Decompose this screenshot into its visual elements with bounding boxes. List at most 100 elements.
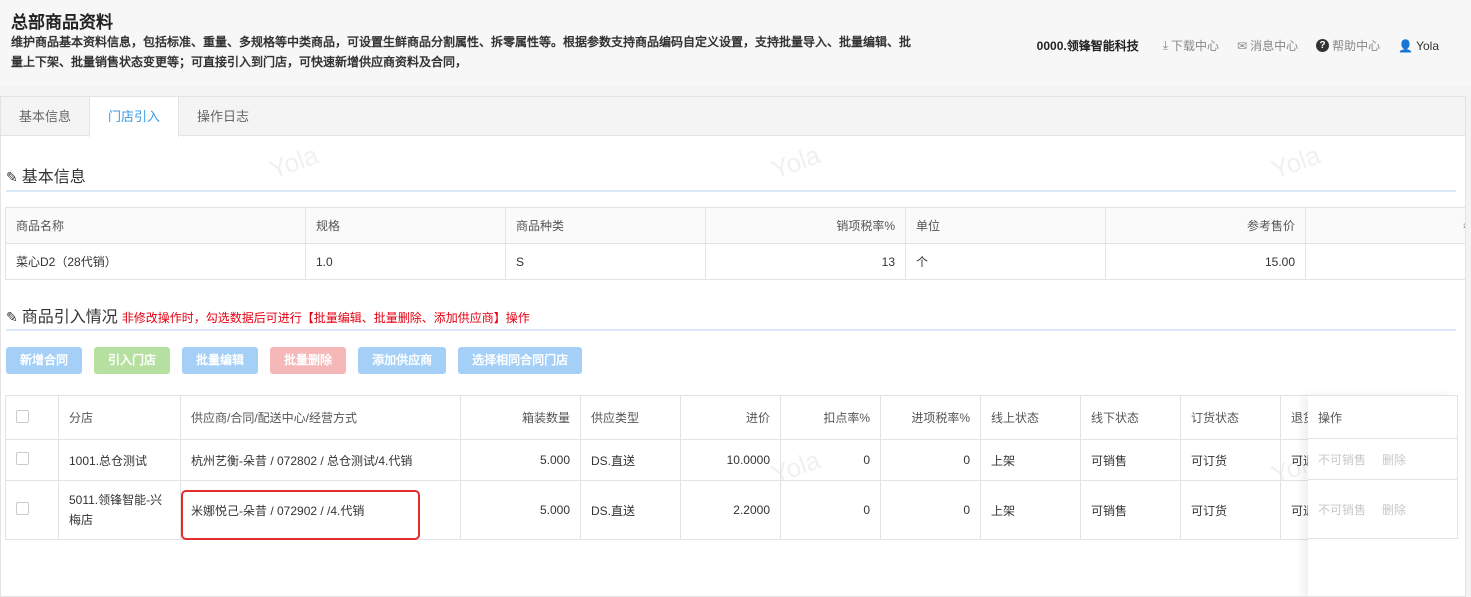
edit-icon: ✎ — [6, 169, 18, 185]
cell: 1.0 — [305, 243, 506, 280]
col-header: 单位 — [905, 207, 1106, 244]
batch-edit-button[interactable]: 批量编辑 — [182, 347, 259, 374]
cell: 可订货 — [1180, 480, 1281, 540]
top-bar: 0000.领锋智能科技 ⤓ 下载中心 ✉ 消息中心 ? 帮助中心 👤 Yola — [1037, 37, 1439, 54]
cell: 菜心D2（28代销） — [5, 243, 306, 280]
batch-delete-button[interactable]: 批量删除 — [270, 347, 347, 374]
basic-info-table: 商品名称 规格 商品种类 销项税率% 单位 参考售价 参 菜心D2（28代销） … — [5, 207, 1465, 280]
row-actions: 不可销售 删除 — [1308, 439, 1458, 480]
col-header: 供应类型 — [580, 395, 681, 440]
operations-column: 操作 不可销售 删除 不可销售 删除 — [1308, 395, 1458, 596]
col-header: 参考售价 — [1105, 207, 1306, 244]
cell: 5011.领锋智能-兴梅店 — [58, 480, 181, 540]
import-title: 商品引入情况 — [21, 309, 118, 326]
col-header: 操作 — [1308, 395, 1458, 439]
col-header: 线上状态 — [980, 395, 1081, 440]
col-header: 分店 — [58, 395, 181, 440]
import-store-button[interactable]: 引入门店 — [94, 347, 171, 374]
cell: 13 — [705, 243, 906, 280]
cell: 5.000 — [460, 480, 581, 540]
message-center-link[interactable]: ✉ 消息中心 — [1237, 37, 1298, 54]
page-header: 总部商品资料 维护商品基本资料信息，包括标准、重量、多规格等中类商品，可设置生鲜… — [0, 0, 1471, 86]
delete-link[interactable]: 删除 — [1382, 451, 1406, 468]
col-header: 商品名称 — [5, 207, 306, 244]
col-header: 线下状态 — [1080, 395, 1181, 440]
row-checkbox[interactable] — [16, 452, 29, 465]
add-supplier-button[interactable]: 添加供应商 — [358, 347, 447, 374]
col-header: 商品种类 — [505, 207, 706, 244]
col-header: 规格 — [305, 207, 506, 244]
action-buttons: 新增合同 引入门店 批量编辑 批量删除 添加供应商 选择相同合同门店 — [6, 347, 583, 374]
select-same-contract-stores-button[interactable]: 选择相同合同门店 — [458, 347, 583, 374]
col-header: 销项税率% — [705, 207, 906, 244]
row-checkbox[interactable] — [16, 502, 29, 515]
download-icon: ⤓ — [1162, 38, 1169, 52]
col-header: 进价 — [680, 395, 781, 440]
cell: 2.2000 — [680, 480, 781, 540]
tab-store-import[interactable]: 门店引入 — [89, 97, 180, 137]
cell: 可销售 — [1080, 439, 1181, 481]
mail-icon: ✉ — [1237, 38, 1248, 53]
col-header: 参 — [1305, 207, 1465, 244]
messages-label: 消息中心 — [1250, 39, 1299, 53]
cell: 杭州艺衡-朵昔 / 072802 / 总仓测试/4.代销 — [180, 439, 461, 481]
watermark: Yola — [1267, 139, 1325, 185]
watermark: Yola — [767, 139, 825, 185]
cell: 15.00 — [1105, 243, 1306, 280]
cell: 5.000 — [460, 439, 581, 481]
row-actions: 不可销售 删除 — [1308, 480, 1458, 539]
basic-info-heading: ✎ 基本信息 — [6, 163, 86, 187]
cell: 0 — [780, 439, 881, 481]
tab-basic-info[interactable]: 基本信息 — [1, 97, 89, 135]
help-icon: ? — [1316, 39, 1330, 52]
disable-sale-link[interactable]: 不可销售 — [1318, 501, 1366, 518]
tab-operation-log[interactable]: 操作日志 — [179, 97, 267, 135]
highlight-box — [181, 490, 420, 540]
basic-info-title: 基本信息 — [21, 169, 86, 186]
col-header: 供应商/合同/配送中心/经营方式 — [180, 395, 461, 440]
table-row: 菜心D2（28代销） 1.0 S 13 个 15.00 1 — [5, 243, 1465, 280]
col-header: 进项税率% — [880, 395, 981, 440]
table-row: 1001.总仓测试 杭州艺衡-朵昔 / 072802 / 总仓测试/4.代销 5… — [5, 439, 1386, 481]
divider — [6, 190, 1456, 192]
cell: DS.直送 — [580, 439, 681, 481]
col-header: 订货状态 — [1180, 395, 1281, 440]
delete-link[interactable]: 删除 — [1382, 501, 1406, 518]
select-all-checkbox[interactable] — [16, 409, 29, 423]
col-header: 箱装数量 — [460, 395, 581, 440]
select-all-checkbox-cell — [5, 395, 59, 440]
import-note: 非修改操作时，勾选数据后可进行【批量编辑、批量删除、添加供应商】操作 — [121, 311, 530, 325]
import-heading: ✎ 商品引入情况 非修改操作时，勾选数据后可进行【批量编辑、批量删除、添加供应商】操… — [6, 303, 530, 327]
page-description: 维护商品基本资料信息，包括标准、重量、多规格等中类商品，可设置生鲜商品分割属性、… — [11, 35, 912, 69]
user-name: Yola — [1416, 38, 1439, 53]
main-panel: 基本信息 门店引入 操作日志 Yola Yola Yola Yola Yola … — [0, 96, 1466, 597]
cell: 10.0000 — [680, 439, 781, 481]
disable-sale-link[interactable]: 不可销售 — [1318, 451, 1366, 468]
cell: 可订货 — [1180, 439, 1281, 481]
watermark: Yola — [265, 139, 323, 185]
edit-icon: ✎ — [6, 309, 18, 325]
cell: 0 — [880, 439, 981, 481]
cell: 0 — [880, 480, 981, 540]
cell: DS.直送 — [580, 480, 681, 540]
col-header: 扣点率% — [780, 395, 881, 440]
page-title: 总部商品资料 — [11, 13, 113, 32]
tab-bar: 基本信息 门店引入 操作日志 — [1, 97, 1465, 137]
cell: 可销售 — [1080, 480, 1181, 540]
user-icon: 👤 — [1398, 38, 1414, 53]
download-label: 下载中心 — [1171, 39, 1220, 53]
cell: 上架 — [980, 480, 1081, 540]
cell: S — [505, 243, 706, 280]
cell: 个 — [905, 243, 1106, 280]
new-contract-button[interactable]: 新增合同 — [6, 347, 83, 374]
cell: 0 — [780, 480, 881, 540]
divider — [6, 329, 1456, 331]
user-menu[interactable]: 👤 Yola — [1398, 39, 1439, 53]
company-name: 0000.领锋智能科技 — [1036, 39, 1139, 53]
help-label: 帮助中心 — [1332, 39, 1381, 53]
download-center-link[interactable]: ⤓ 下载中心 — [1163, 37, 1219, 54]
cell: 1001.总仓测试 — [58, 439, 181, 481]
help-center-link[interactable]: ? 帮助中心 — [1316, 37, 1380, 54]
cell: 上架 — [980, 439, 1081, 481]
cell: 1 — [1305, 243, 1465, 280]
